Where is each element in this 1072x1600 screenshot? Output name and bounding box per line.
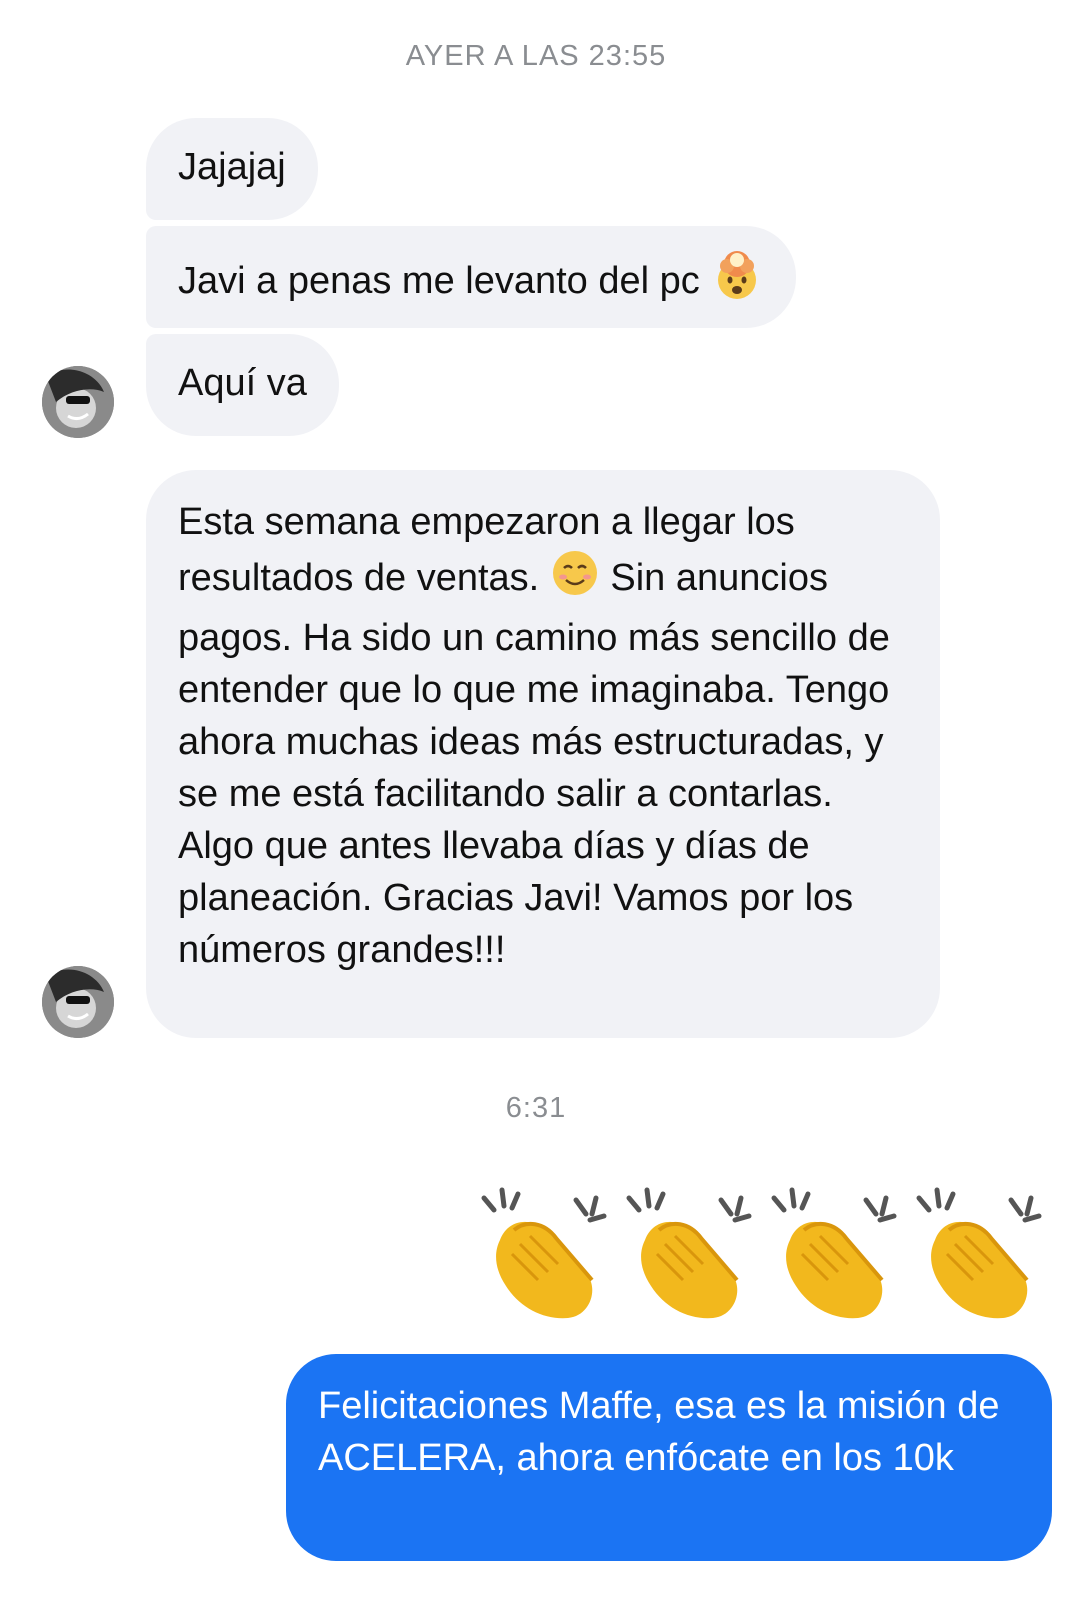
exploding-head-icon bbox=[710, 249, 764, 317]
clapping-hands-icon bbox=[472, 1180, 617, 1330]
clapping-hands-icon bbox=[907, 1180, 1052, 1330]
message-bubble-long[interactable]: Esta semana empezaron a llegar los resul… bbox=[146, 470, 940, 1038]
message-bubble-aqui-va[interactable]: Aquí va bbox=[146, 334, 339, 436]
contact-avatar[interactable] bbox=[42, 966, 114, 1038]
timestamp-today: 6:31 bbox=[505, 1092, 567, 1124]
outgoing-message-bubble[interactable]: Felicitaciones Maffe, esa es la misión d… bbox=[286, 1354, 1052, 1561]
timestamp-yesterday: AYER A LAS 23:55 bbox=[405, 40, 667, 72]
message-text: Jajajaj bbox=[178, 146, 286, 188]
message-bubble-jajajaj[interactable]: Jajajaj bbox=[146, 118, 318, 220]
message-text-part2: Sin anuncios pagos. Ha sido un camino má… bbox=[178, 557, 890, 971]
message-text: Javi a penas me levanto del pc bbox=[178, 260, 700, 303]
message-text: Aquí va bbox=[178, 362, 307, 404]
clapping-hands-icon bbox=[762, 1180, 907, 1330]
clapping-hands-icon bbox=[617, 1180, 762, 1330]
message-text: Felicitaciones Maffe, esa es la misión d… bbox=[318, 1385, 1000, 1479]
outgoing-emoji-message[interactable] bbox=[472, 1180, 1052, 1330]
contact-avatar[interactable] bbox=[42, 366, 114, 438]
smiling-face-icon bbox=[550, 548, 600, 612]
message-bubble-javi-pc[interactable]: Javi a penas me levanto del pc bbox=[146, 226, 797, 328]
